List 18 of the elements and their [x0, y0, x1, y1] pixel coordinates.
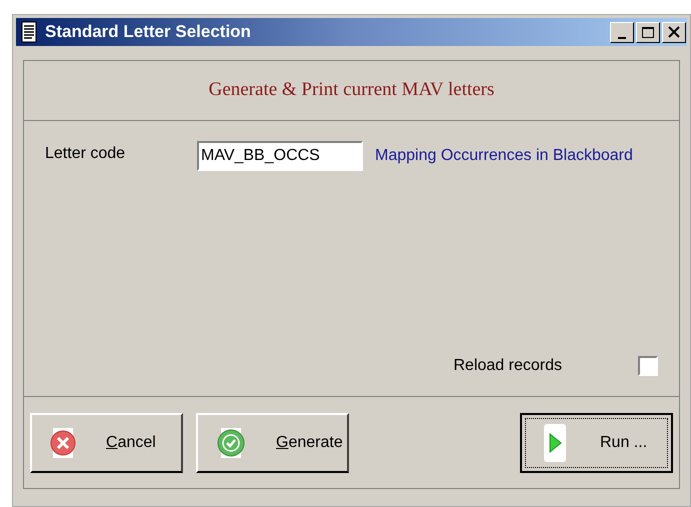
cross-circle-icon — [50, 428, 76, 458]
letter-description: Mapping Occurrences in Blackboard — [375, 146, 633, 166]
run-button[interactable]: Run ... — [520, 412, 673, 472]
maximize-button[interactable] — [636, 22, 660, 42]
close-button[interactable] — [662, 22, 686, 42]
header-text: Generate & Print current MAV letters — [208, 78, 494, 102]
document-icon — [21, 21, 37, 43]
checkbox-label: Reload records — [454, 356, 562, 376]
window-title: Standard Letter Selection — [45, 21, 251, 44]
field-label: Letter code — [45, 144, 126, 164]
check-circle-icon — [216, 428, 246, 458]
letter-code-field[interactable]: MAV_BB_OCCS — [197, 141, 363, 171]
minimize-button[interactable] — [610, 22, 634, 42]
close-icon — [668, 26, 680, 38]
reload-checkbox[interactable] — [638, 356, 658, 376]
generate-button[interactable]: Generate — [196, 412, 349, 472]
cancel-button[interactable]: Cancel — [30, 412, 183, 472]
play-icon — [544, 424, 566, 462]
